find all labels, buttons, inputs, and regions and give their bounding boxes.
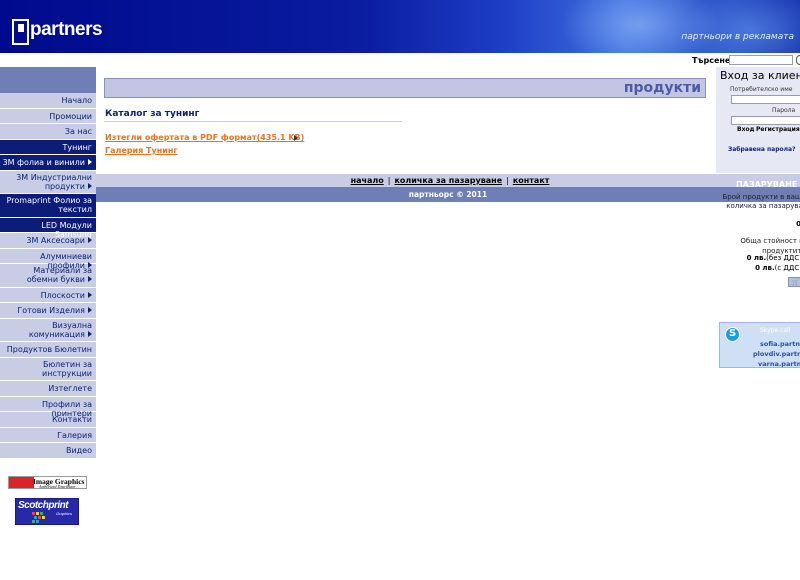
cart-total-vat: 0 лв.(с ДДС): [755, 264, 800, 272]
footer-nav: начало | количка за пазаруване | контакт: [96, 174, 800, 187]
menu-item-led-samsung[interactable]: LED Модули Samsung: [0, 217, 96, 239]
chevron-right-icon: [88, 307, 92, 313]
search-button[interactable]: [796, 55, 800, 65]
register-button[interactable]: Регистрация: [756, 126, 800, 133]
menu-item-contacts[interactable]: Контакти: [0, 412, 96, 428]
download-pdf-link[interactable]: Изтегли офертата в PDF формат(435.1 KB): [105, 133, 304, 142]
menu-item-3m-accessories[interactable]: 3M Аксесоари: [0, 233, 96, 249]
section-header: продукти: [104, 78, 706, 98]
cart-button[interactable]: 🛒: [788, 277, 800, 287]
menu-item-boards[interactable]: Плоскости: [0, 287, 96, 303]
left-band: [0, 67, 96, 93]
skype-account-plovdiv[interactable]: plovdiv.partners: [753, 350, 800, 358]
copyright-text: партньорс © 2011: [408, 190, 488, 199]
menu-item-aluminium-profiles[interactable]: Алуминиеви профили: [0, 248, 96, 270]
logo-text: partners: [30, 19, 103, 40]
skype-heading: Skype call: [760, 327, 791, 334]
skype-account-varna[interactable]: varna.partners: [758, 360, 800, 367]
menu-item-video[interactable]: Видео: [0, 443, 96, 459]
footer-link-home[interactable]: начало: [351, 176, 384, 185]
menu-item-letter-materials[interactable]: Материали за обемни букви: [0, 264, 96, 288]
cart-icon: 🛒: [792, 279, 800, 286]
cart-total-no-vat: 0 лв.(без ДДС): [746, 254, 800, 262]
search-label: Търсене: [692, 56, 731, 65]
menu-item-finished-products[interactable]: Готови Изделия: [0, 303, 96, 319]
gallery-tuning-link[interactable]: Галерия Тунинг: [105, 146, 178, 155]
page-title: продукти: [623, 80, 701, 96]
footer-link-cart[interactable]: количка за пазаруване: [394, 176, 502, 185]
footer-link-contact[interactable]: контакт: [513, 176, 550, 185]
search-input[interactable]: [729, 55, 793, 65]
arrow-right-icon: [294, 135, 298, 141]
tagline: партньори в рекламата: [681, 32, 794, 42]
login-title: Вход за клиенти: [720, 69, 800, 82]
username-field[interactable]: [731, 95, 800, 104]
menu-item-tuning[interactable]: Тунинг: [0, 139, 96, 155]
scotchprint-dots-icon: [32, 512, 48, 524]
menu-item-3m-industrial[interactable]: 3M Индустриални продукти: [0, 170, 96, 194]
menu-item-3m-films[interactable]: 3M фолиа и винили: [0, 155, 96, 171]
menu-item-product-bulletin[interactable]: Продуктов Бюлетин: [0, 342, 96, 358]
menu-item-downloads[interactable]: Изтеглете: [0, 381, 96, 397]
password-field[interactable]: [731, 116, 800, 125]
forgot-password-link[interactable]: Забравена парола?: [728, 146, 796, 153]
chevron-right-icon: [88, 276, 92, 282]
cart-count-label: Брой продукти в вашата количка за пазару…: [722, 193, 800, 210]
search-bar: Търсене: [0, 53, 800, 67]
skype-icon: [725, 327, 740, 342]
chevron-right-icon: [88, 237, 92, 243]
sidebar-menu: Начало Промоции За нас Тунинг 3M фолиа и…: [0, 93, 96, 459]
login-button[interactable]: Вход: [737, 126, 754, 133]
login-panel: Вход за клиенти Потребителско име Парола…: [716, 67, 800, 173]
scotchprint-badge[interactable]: Scotchprint Graphics: [15, 498, 79, 525]
logo-mark-icon: [12, 19, 29, 45]
chevron-right-icon: [88, 182, 92, 189]
menu-item-gallery[interactable]: Галерия: [0, 427, 96, 443]
catalog-title: Каталог за тунинг: [105, 109, 200, 119]
menu-item-instruction-bulletin[interactable]: Бюлетин за инструкции: [0, 357, 96, 381]
partners-logo[interactable]: partners: [12, 19, 103, 45]
skype-panel: Skype call sofia.partners plovdiv.partne…: [719, 322, 800, 368]
cart-title: ПАЗАРУВАНЕ: [736, 180, 798, 189]
copyright-bar: партньорс © 2011: [96, 187, 800, 202]
site-header: partners партньори в рекламата: [0, 0, 800, 53]
password-label: Парола: [772, 107, 796, 114]
menu-item-visual-communication[interactable]: Визуална комуникация: [0, 318, 96, 342]
chevron-right-icon: [88, 330, 92, 337]
skype-account-sofia[interactable]: sofia.partners: [760, 340, 800, 348]
username-label: Потребителско име: [730, 86, 793, 93]
menu-item-about[interactable]: За нас: [0, 124, 96, 140]
menu-item-printer-profiles[interactable]: Профили за принтери: [0, 396, 96, 418]
image-graphics-badge[interactable]: Image Graphics Authorized Distributor: [8, 476, 87, 489]
divider: [104, 121, 402, 122]
chevron-right-icon: [88, 291, 92, 298]
menu-item-promaprint[interactable]: Promaprint Фолио за текстил: [0, 194, 96, 218]
cart-count: 0: [796, 220, 800, 228]
menu-item-home[interactable]: Начало: [0, 93, 96, 109]
menu-item-promotions[interactable]: Промоции: [0, 108, 96, 124]
chevron-right-icon: [88, 159, 92, 165]
cart-total-label: Обща стойност на продуктите:: [740, 237, 800, 255]
